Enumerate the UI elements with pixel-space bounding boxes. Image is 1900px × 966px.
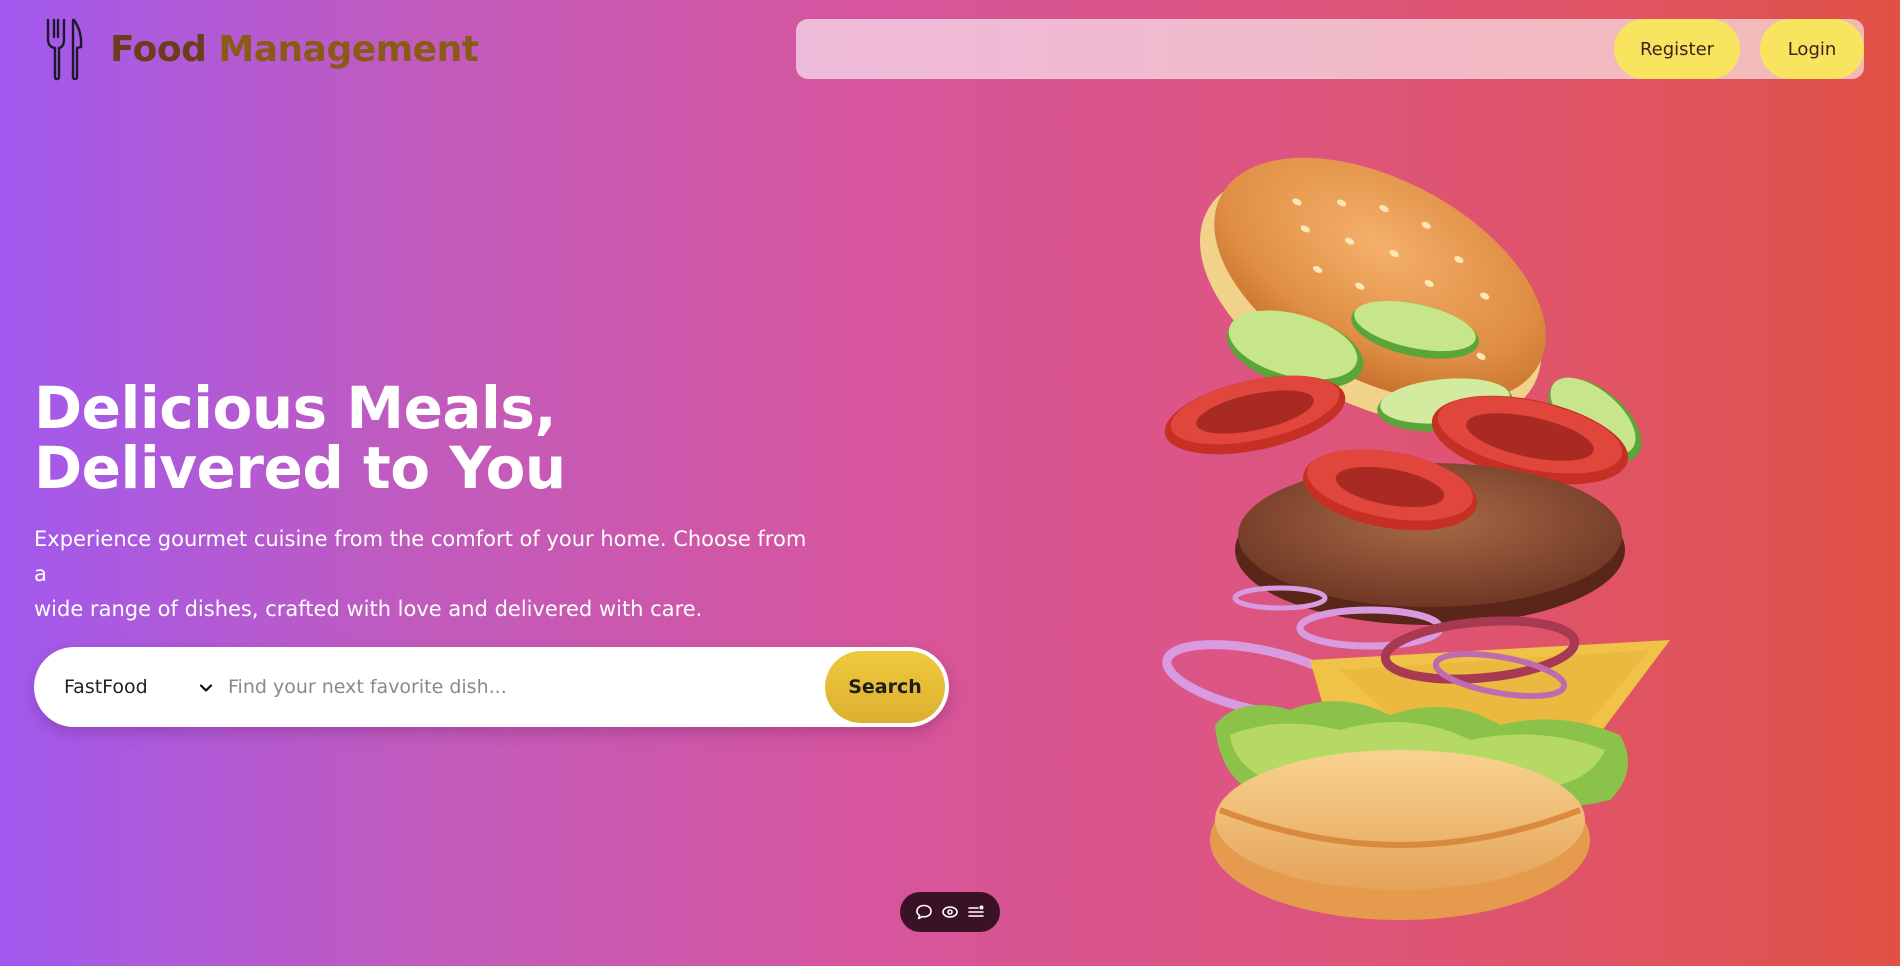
chevron-down-icon bbox=[198, 679, 214, 695]
hero-headline-line2: Delivered to You bbox=[34, 434, 566, 502]
eye-icon[interactable] bbox=[940, 902, 960, 922]
chat-bubble-icon[interactable] bbox=[914, 902, 934, 922]
floating-toolbar bbox=[900, 892, 1000, 932]
hero-headline: Delicious Meals, Delivered to You bbox=[34, 378, 854, 498]
register-button[interactable]: Register bbox=[1614, 19, 1740, 79]
brand-title: Food Management bbox=[110, 28, 479, 70]
hero-description-line2: wide range of dishes, crafted with love … bbox=[34, 597, 703, 621]
hero-section: Delicious Meals, Delivered to You Experi… bbox=[34, 378, 854, 627]
brand-title-part2: Management bbox=[218, 28, 479, 70]
search-button[interactable]: Search bbox=[825, 651, 945, 723]
list-menu-icon[interactable] bbox=[966, 902, 986, 922]
search-bar: FastFood Find your next favorite dish...… bbox=[34, 647, 949, 727]
brand[interactable]: Food Management bbox=[44, 17, 479, 81]
hero-description-line1: Experience gourmet cuisine from the comf… bbox=[34, 527, 807, 586]
hero-headline-line1: Delicious Meals, bbox=[34, 374, 557, 442]
login-button[interactable]: Login bbox=[1760, 19, 1864, 79]
top-navbar: Register Login bbox=[796, 19, 1864, 79]
search-input[interactable]: Find your next favorite dish... bbox=[220, 647, 825, 727]
hero-description: Experience gourmet cuisine from the comf… bbox=[34, 522, 824, 627]
category-select[interactable]: FastFood bbox=[34, 647, 220, 727]
brand-title-part1: Food bbox=[110, 28, 207, 70]
category-selected-value: FastFood bbox=[64, 676, 148, 698]
fork-knife-icon bbox=[44, 17, 84, 81]
burger-illustration bbox=[1162, 157, 1670, 920]
